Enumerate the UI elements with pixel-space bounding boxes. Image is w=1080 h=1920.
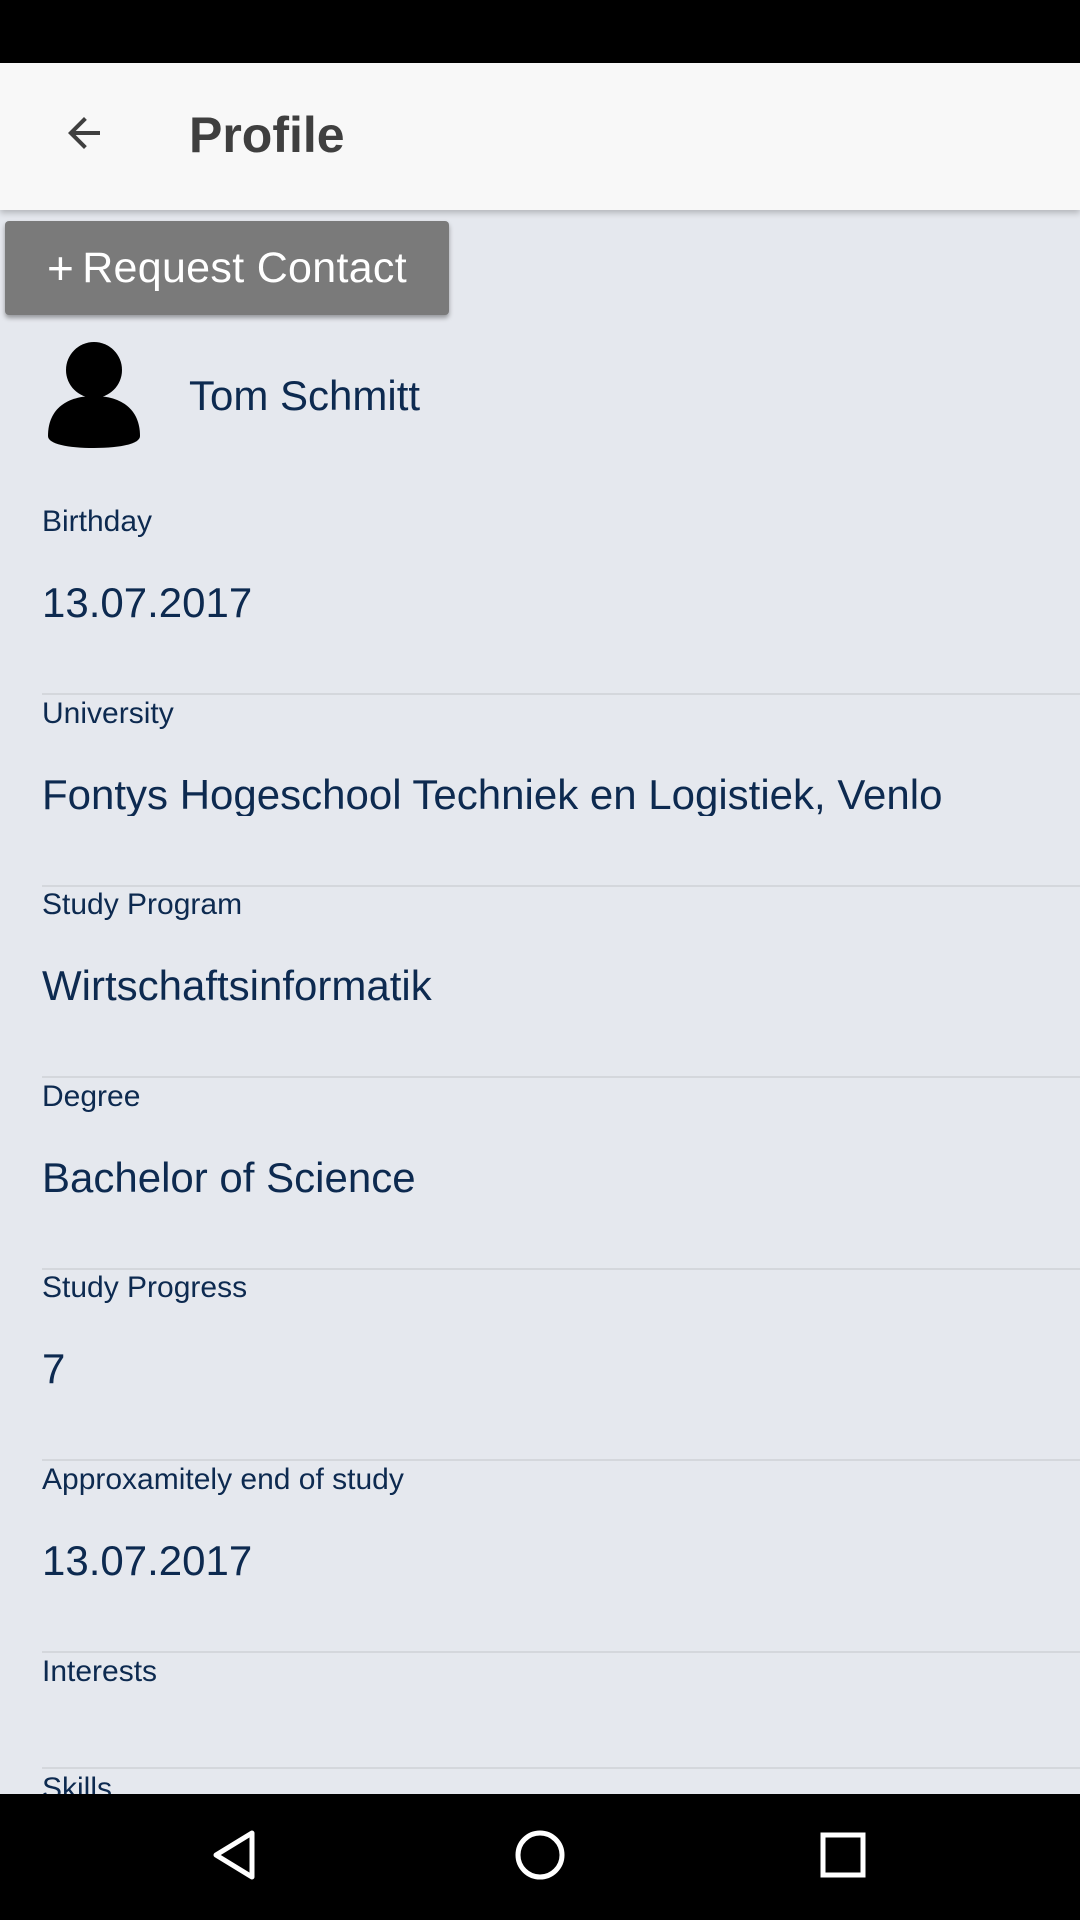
status-bar (0, 0, 1080, 63)
person-icon (46, 342, 142, 452)
field-label: Study Program (42, 888, 243, 921)
field-label: University (42, 697, 174, 730)
field-end-of-study: Approxamitely end of study 13.07.2017 (42, 1462, 1080, 1653)
field-value: 7 (42, 1345, 66, 1390)
field-label: Interests (42, 1655, 158, 1688)
request-contact-button[interactable]: + Request Contact (5, 221, 449, 315)
field-value: Fontys Hogeschool Techniek en Logistiek,… (42, 771, 943, 816)
nav-home-button[interactable] (500, 1817, 580, 1897)
field-label: Approxamitely end of study (42, 1463, 404, 1496)
triangle-back-icon (206, 1825, 266, 1890)
profile-name: Tom Schmitt (189, 372, 421, 419)
field-skills: Skills (42, 1771, 1080, 1794)
field-university: University Fontys Hogeschool Techniek en… (42, 696, 1080, 887)
plus-icon: + (47, 242, 75, 294)
field-birthday: Birthday 13.07.2017 (42, 504, 1080, 695)
field-study-program: Study Program Wirtschaftsinformatik (42, 887, 1080, 1078)
field-label: Skills (42, 1772, 113, 1794)
request-contact-label: Request Contact (82, 243, 407, 292)
navigation-bar (0, 1794, 1080, 1920)
app-bar: Profile (0, 63, 1080, 210)
field-label: Study Progress (42, 1271, 248, 1304)
nav-back-button[interactable] (196, 1817, 276, 1897)
field-study-progress: Study Progress 7 (42, 1270, 1080, 1461)
field-value: Bachelor of Science (42, 1154, 416, 1199)
field-value: Wirtschaftsinformatik (42, 962, 432, 1007)
field-label: Birthday (42, 505, 153, 538)
page-title: Profile (189, 107, 345, 163)
back-button[interactable] (42, 93, 126, 177)
field-interests: Interests (42, 1654, 1080, 1769)
nav-recents-button[interactable] (803, 1817, 883, 1897)
field-label: Degree (42, 1080, 141, 1113)
square-recents-icon (813, 1825, 873, 1890)
circle-home-icon (510, 1825, 570, 1890)
field-value: 13.07.2017 (42, 1537, 253, 1582)
arrow-left-icon (60, 109, 108, 162)
field-value: 13.07.2017 (42, 579, 253, 624)
field-degree: Degree Bachelor of Science (42, 1079, 1080, 1270)
profile-content[interactable]: + Request Contact Tom Schmitt Birthday 1… (0, 210, 1080, 1794)
avatar (46, 340, 142, 448)
